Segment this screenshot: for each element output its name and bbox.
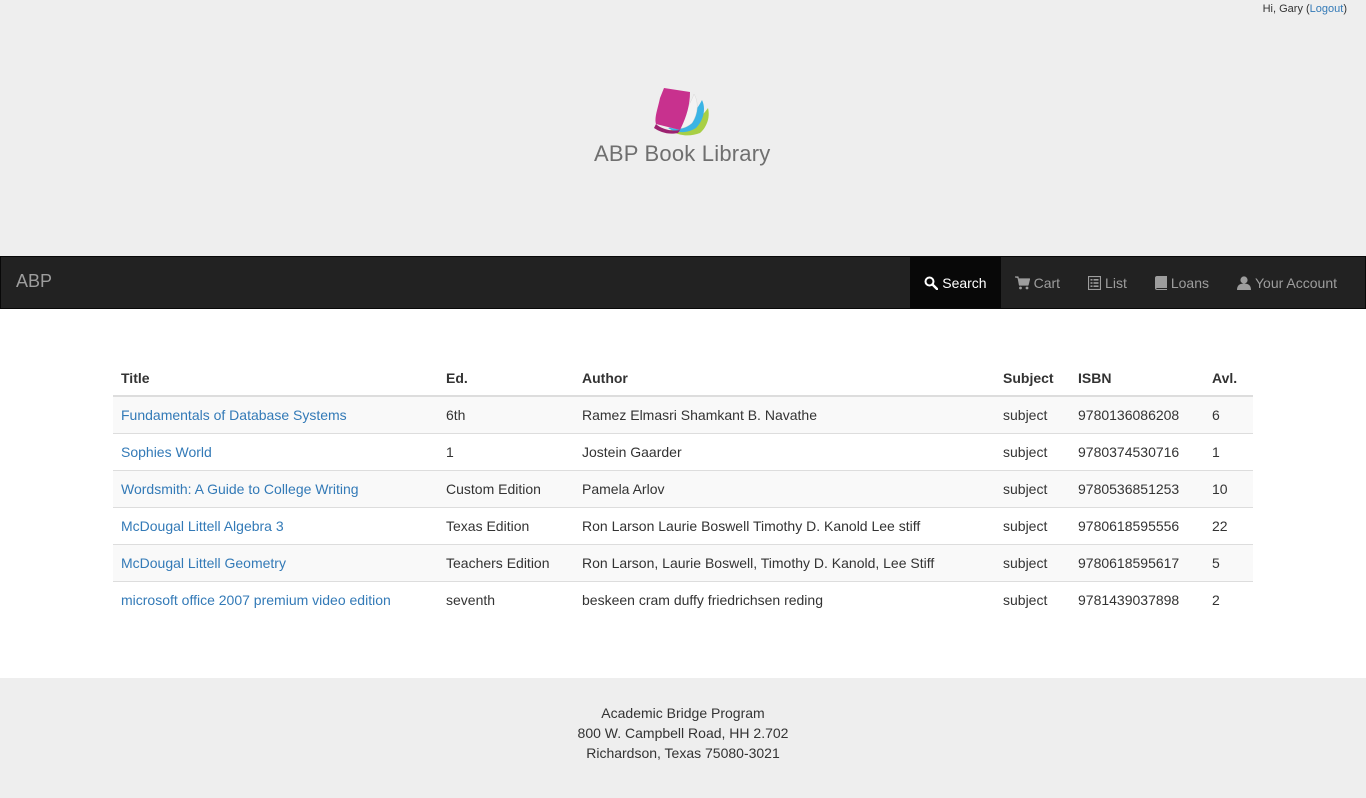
cell-title: Wordsmith: A Guide to College Writing — [113, 469, 438, 507]
cell-available: 1 — [1204, 432, 1253, 470]
cell-title: McDougal Littell Algebra 3 — [113, 506, 438, 544]
cell-title: Fundamentals of Database Systems — [113, 396, 438, 433]
cell-isbn: 9780618595556 — [1070, 506, 1204, 544]
page-footer: Academic Bridge Program 800 W. Campbell … — [0, 678, 1366, 798]
nav-item-search[interactable]: Search — [910, 257, 1001, 308]
column-header-subject: Subject — [995, 360, 1070, 397]
nav-menu: Search Cart List Loans Your Account — [910, 257, 1365, 308]
cell-edition: Teachers Edition — [438, 543, 574, 581]
table-row: McDougal Littell Geometry Teachers Editi… — [113, 543, 1253, 581]
table-row: Wordsmith: A Guide to College Writing Cu… — [113, 469, 1253, 507]
column-header-author: Author — [574, 360, 995, 397]
nav-item-label: Search — [942, 274, 987, 291]
cell-author: Ron Larson Laurie Boswell Timothy D. Kan… — [574, 506, 995, 544]
cell-subject: subject — [995, 396, 1070, 433]
cart-icon — [1014, 275, 1030, 289]
table-row: Sophies World 1 Jostein Gaarder subject … — [113, 432, 1253, 470]
cell-title: McDougal Littell Geometry — [113, 543, 438, 581]
table-row: Fundamentals of Database Systems 6th Ram… — [113, 396, 1253, 433]
logo-text: ABP Book Library — [594, 141, 771, 166]
cell-title: microsoft office 2007 premium video edit… — [113, 580, 438, 618]
cell-edition: seventh — [438, 580, 574, 618]
footer-org-name: Academic Bridge Program — [601, 705, 765, 721]
cell-subject: subject — [995, 506, 1070, 544]
book-title-link[interactable]: McDougal Littell Geometry — [121, 555, 286, 571]
list-icon — [1088, 275, 1102, 290]
cell-isbn: 9780618595617 — [1070, 543, 1204, 581]
logout-link[interactable]: Logout — [1310, 3, 1344, 15]
cell-edition: Custom Edition — [438, 469, 574, 507]
cell-available: 22 — [1204, 506, 1253, 544]
cell-available: 2 — [1204, 580, 1253, 618]
footer-address: Academic Bridge Program 800 W. Campbell … — [0, 678, 1366, 763]
table-row: McDougal Littell Algebra 3 Texas Edition… — [113, 506, 1253, 544]
greeting-suffix: ) — [1343, 3, 1347, 15]
nav-item-your-account[interactable]: Your Account — [1223, 257, 1351, 308]
cell-author: Ramez Elmasri Shamkant B. Navathe — [574, 396, 995, 433]
book-icon — [1154, 275, 1167, 290]
column-header-isbn: ISBN — [1070, 360, 1204, 397]
cell-isbn: 9780136086208 — [1070, 396, 1204, 433]
cell-available: 10 — [1204, 469, 1253, 507]
cell-subject: subject — [995, 469, 1070, 507]
column-header-edition: Ed. — [438, 360, 574, 397]
site-logo: ABP Book Library — [594, 86, 774, 170]
cell-author: Jostein Gaarder — [574, 432, 995, 470]
cell-subject: subject — [995, 543, 1070, 581]
cell-isbn: 9780374530716 — [1070, 432, 1204, 470]
cell-isbn: 9781439037898 — [1070, 580, 1204, 618]
nav-item-loans[interactable]: Loans — [1141, 257, 1223, 308]
user-greeting: Hi, Gary (Logout) — [1263, 3, 1347, 15]
column-header-title: Title — [113, 360, 438, 397]
footer-street: 800 W. Campbell Road, HH 2.702 — [577, 725, 789, 741]
search-icon — [924, 276, 939, 290]
main-navbar: ABP Search Cart List Loans Your Account — [0, 256, 1366, 309]
books-table: Title Ed. Author Subject ISBN Avl. Funda… — [113, 360, 1253, 618]
search-results: Title Ed. Author Subject ISBN Avl. Funda… — [0, 309, 1366, 678]
nav-item-cart[interactable]: Cart — [1001, 257, 1074, 308]
cell-subject: subject — [995, 580, 1070, 618]
nav-item-label: List — [1105, 274, 1127, 291]
nav-item-label: Loans — [1170, 274, 1209, 291]
nav-item-label: Cart — [1033, 274, 1061, 291]
table-row: microsoft office 2007 premium video edit… — [113, 580, 1253, 618]
nav-item-label: Your Account — [1255, 274, 1337, 291]
column-header-available: Avl. — [1204, 360, 1253, 397]
page-header: Hi, Gary (Logout) ABP Book Library — [0, 0, 1366, 256]
cell-available: 5 — [1204, 543, 1253, 581]
cell-isbn: 9780536851253 — [1070, 469, 1204, 507]
book-title-link[interactable]: microsoft office 2007 premium video edit… — [121, 592, 391, 608]
cell-author: beskeen cram duffy friedrichsen reding — [574, 580, 995, 618]
greeting-prefix: Hi, Gary ( — [1262, 3, 1310, 15]
table-header-row: Title Ed. Author Subject ISBN Avl. — [113, 360, 1253, 397]
navbar-brand[interactable]: ABP — [16, 271, 52, 292]
book-title-link[interactable]: Fundamentals of Database Systems — [121, 407, 347, 423]
book-title-link[interactable]: Wordsmith: A Guide to College Writing — [121, 481, 359, 497]
cell-author: Ron Larson, Laurie Boswell, Timothy D. K… — [574, 543, 995, 581]
book-title-link[interactable]: Sophies World — [121, 444, 212, 460]
nav-item-list[interactable]: List — [1074, 257, 1141, 308]
footer-city: Richardson, Texas 75080-3021 — [586, 745, 780, 761]
book-stack-icon — [654, 88, 709, 136]
cell-subject: subject — [995, 432, 1070, 470]
cell-edition: Texas Edition — [438, 506, 574, 544]
cell-edition: 1 — [438, 432, 574, 470]
user-icon — [1237, 275, 1251, 290]
cell-edition: 6th — [438, 396, 574, 433]
cell-author: Pamela Arlov — [574, 469, 995, 507]
cell-available: 6 — [1204, 396, 1253, 433]
book-title-link[interactable]: McDougal Littell Algebra 3 — [121, 518, 284, 534]
cell-title: Sophies World — [113, 432, 438, 470]
